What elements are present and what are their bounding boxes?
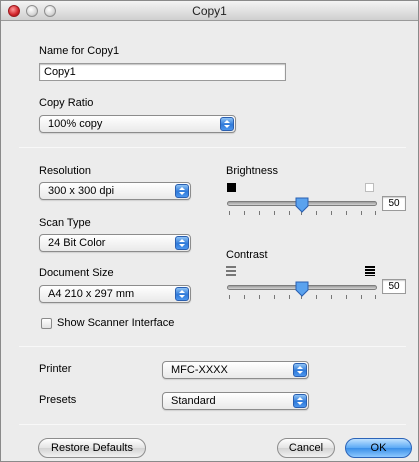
scan-type-label: Scan Type bbox=[39, 217, 91, 229]
presets-value: Standard bbox=[171, 395, 216, 407]
show-scanner-interface-label: Show Scanner Interface bbox=[57, 317, 175, 329]
printer-value: MFC-XXXX bbox=[171, 364, 228, 376]
resolution-value: 300 x 300 dpi bbox=[48, 185, 115, 197]
brightness-slider-knob[interactable] bbox=[295, 197, 309, 213]
document-size-label: Document Size bbox=[39, 267, 114, 279]
brightness-label: Brightness bbox=[226, 165, 278, 177]
printer-label: Printer bbox=[39, 363, 72, 375]
printer-select[interactable]: MFC-XXXX bbox=[162, 361, 309, 379]
copy-ratio-label: Copy Ratio bbox=[39, 97, 94, 109]
copy-ratio-select[interactable]: 100% copy bbox=[39, 115, 236, 133]
name-label: Name for Copy1 bbox=[39, 45, 120, 57]
popup-arrows-icon bbox=[175, 184, 189, 198]
separator bbox=[19, 346, 406, 347]
presets-select[interactable]: Standard bbox=[162, 392, 309, 410]
document-size-select[interactable]: A4 210 x 297 mm bbox=[39, 285, 191, 303]
restore-defaults-button[interactable]: Restore Defaults bbox=[38, 438, 146, 458]
resolution-label: Resolution bbox=[39, 165, 91, 177]
scan-type-select[interactable]: 24 Bit Color bbox=[39, 234, 191, 252]
document-size-value: A4 210 x 297 mm bbox=[48, 288, 135, 300]
title-bar: Copy1 bbox=[1, 1, 418, 21]
copy-ratio-value: 100% copy bbox=[48, 118, 103, 130]
window-title: Copy1 bbox=[192, 4, 227, 18]
separator bbox=[19, 147, 406, 148]
contrast-label: Contrast bbox=[226, 249, 268, 261]
resolution-select[interactable]: 300 x 300 dpi bbox=[39, 182, 191, 200]
cancel-button[interactable]: Cancel bbox=[277, 438, 335, 458]
name-field[interactable]: Copy1 bbox=[39, 63, 286, 81]
low-contrast-icon bbox=[226, 266, 236, 276]
popup-arrows-icon bbox=[293, 363, 307, 377]
contrast-slider-knob[interactable] bbox=[295, 281, 309, 297]
popup-arrows-icon bbox=[220, 117, 234, 131]
copy-settings-window: Copy1 Name for Copy1 Copy1 Copy Ratio 10… bbox=[0, 0, 419, 462]
scan-type-value: 24 Bit Color bbox=[48, 237, 106, 249]
ok-button[interactable]: OK bbox=[345, 438, 412, 458]
brightness-value[interactable]: 50 bbox=[382, 196, 406, 211]
presets-label: Presets bbox=[39, 394, 77, 406]
popup-arrows-icon bbox=[293, 394, 307, 408]
contrast-value[interactable]: 50 bbox=[382, 279, 406, 294]
dark-icon bbox=[227, 183, 236, 192]
separator bbox=[19, 424, 406, 425]
popup-arrows-icon bbox=[175, 287, 189, 301]
show-scanner-interface-checkbox[interactable] bbox=[41, 318, 52, 329]
high-contrast-icon bbox=[365, 266, 375, 276]
light-icon bbox=[365, 183, 374, 192]
popup-arrows-icon bbox=[175, 236, 189, 250]
